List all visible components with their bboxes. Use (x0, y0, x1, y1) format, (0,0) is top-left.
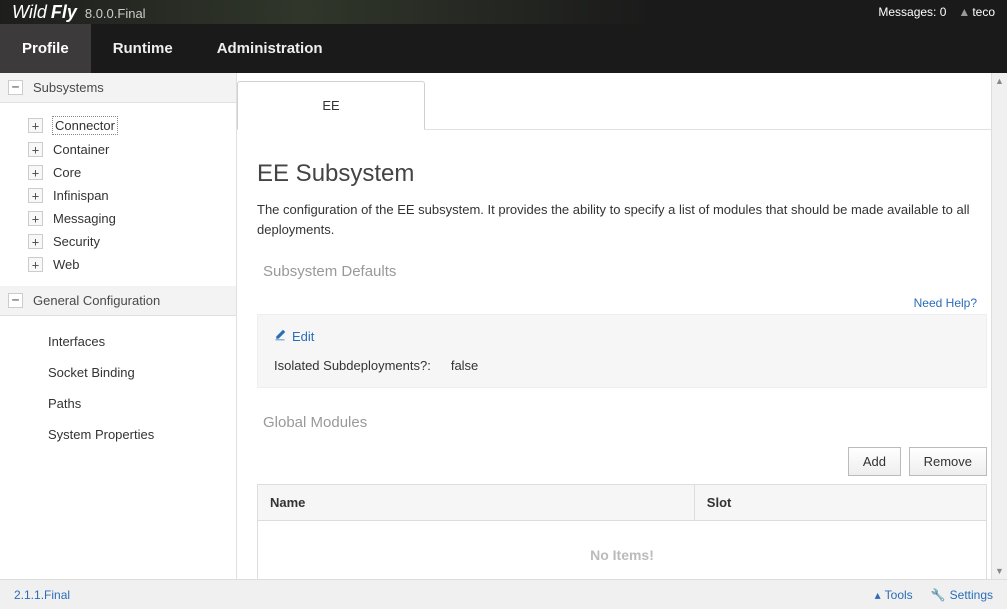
sidebar-group-subsystems[interactable]: − Subsystems (0, 73, 236, 103)
sidebar-item-container[interactable]: + Container (0, 138, 236, 161)
page-title: EE Subsystem (257, 160, 987, 188)
need-help-link[interactable]: Need Help? (914, 296, 977, 310)
nav-tab-profile[interactable]: Profile (0, 24, 91, 73)
scroll-up-icon: ▲ (992, 73, 1007, 89)
logo: WildFly 8.0.0.Final (12, 2, 146, 23)
nav-tab-runtime[interactable]: Runtime (91, 24, 195, 73)
column-header-name[interactable]: Name (258, 485, 695, 520)
app-header: WildFly 8.0.0.Final Messages: 0 ▲teco (0, 0, 1007, 24)
edit-icon (274, 329, 286, 344)
sidebar: − Subsystems + Connector + Container + C… (0, 73, 237, 579)
footer-version[interactable]: 2.1.1.Final (14, 588, 70, 602)
sidebar-item-web[interactable]: + Web (0, 253, 236, 276)
scrollbar[interactable]: ▲ ▼ (991, 73, 1007, 579)
collapse-icon: − (8, 293, 23, 308)
edit-button[interactable]: Edit (274, 329, 314, 344)
sidebar-item-messaging[interactable]: + Messaging (0, 207, 236, 230)
expand-icon: + (28, 142, 43, 157)
sidebar-item-interfaces[interactable]: Interfaces (0, 326, 236, 357)
sidebar-item-security[interactable]: + Security (0, 230, 236, 253)
table-empty-message: No Items! (258, 521, 986, 579)
expand-icon: + (28, 118, 43, 133)
expand-icon: + (28, 234, 43, 249)
logo-wild: Wild (12, 2, 47, 23)
expand-icon: + (28, 211, 43, 226)
collapse-icon: − (8, 80, 23, 95)
defaults-form-panel: Edit Isolated Subdeployments?: false (257, 314, 987, 388)
page-description: The configuration of the EE subsystem. I… (257, 200, 987, 239)
main-nav: Profile Runtime Administration (0, 24, 1007, 73)
section-subsystem-defaults: Subsystem Defaults (257, 263, 987, 280)
nav-tab-administration[interactable]: Administration (195, 24, 345, 73)
sidebar-item-paths[interactable]: Paths (0, 388, 236, 419)
user-menu[interactable]: ▲teco (958, 5, 995, 19)
content-area: EE EE Subsystem The configuration of the… (237, 73, 1007, 579)
messages-indicator[interactable]: Messages: 0 (878, 5, 946, 19)
content-tab-ee[interactable]: EE (237, 81, 425, 130)
expand-icon: + (28, 165, 43, 180)
sidebar-group-general-configuration[interactable]: − General Configuration (0, 286, 236, 316)
expand-icon: + (28, 188, 43, 203)
settings-link[interactable]: 🔧 Settings (931, 588, 993, 602)
chevron-up-icon: ▴ (875, 588, 881, 602)
scroll-down-icon: ▼ (992, 563, 1007, 579)
logo-fly: Fly (51, 2, 77, 23)
sidebar-item-system-properties[interactable]: System Properties (0, 419, 236, 450)
form-value-isolated: false (451, 358, 478, 373)
sidebar-item-core[interactable]: + Core (0, 161, 236, 184)
form-label-isolated: Isolated Subdeployments?: (274, 358, 431, 373)
user-icon: ▲ (958, 5, 970, 19)
column-header-slot[interactable]: Slot (695, 485, 986, 520)
section-global-modules: Global Modules (257, 414, 987, 431)
wrench-icon: 🔧 (931, 588, 946, 602)
sidebar-item-infinispan[interactable]: + Infinispan (0, 184, 236, 207)
expand-icon: + (28, 257, 43, 272)
remove-button[interactable]: Remove (909, 447, 987, 476)
global-modules-table: Name Slot No Items! (257, 484, 987, 579)
add-button[interactable]: Add (848, 447, 901, 476)
footer: 2.1.1.Final ▴ Tools 🔧 Settings (0, 579, 1007, 609)
app-version: 8.0.0.Final (85, 6, 146, 21)
sidebar-item-socket-binding[interactable]: Socket Binding (0, 357, 236, 388)
sidebar-item-connector[interactable]: + Connector (0, 113, 236, 138)
tools-link[interactable]: ▴ Tools (875, 588, 913, 602)
